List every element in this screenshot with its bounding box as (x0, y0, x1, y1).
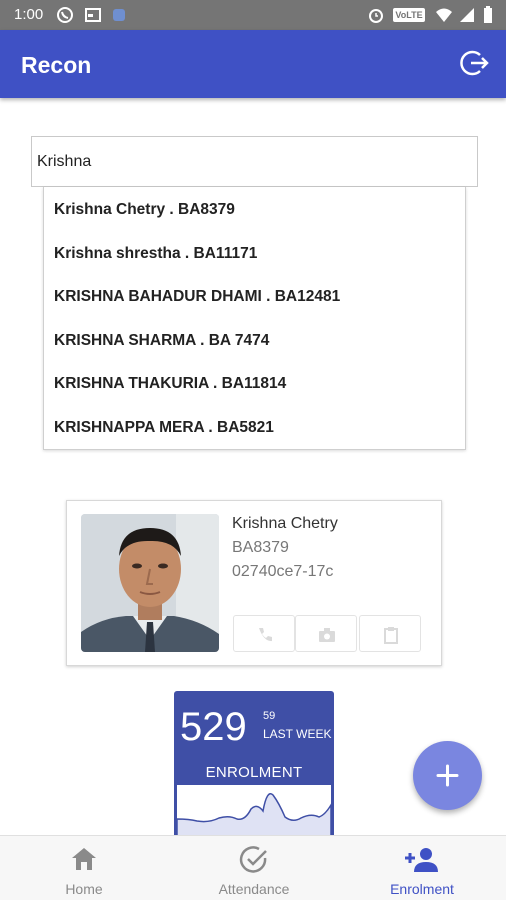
nav-enrolment[interactable]: Enrolment (374, 836, 470, 901)
person-name: Krishna Chetry (232, 515, 338, 532)
app-bar: Recon (0, 30, 506, 98)
calendar-icon (85, 8, 101, 22)
add-person-icon (405, 848, 438, 872)
person-code: 02740ce7-17c (232, 563, 334, 580)
person-card[interactable]: Krishna Chetry BA8379 02740ce7-17c (66, 500, 442, 666)
logout-icon (460, 50, 489, 76)
status-bar: 1:00 VoLTE (0, 0, 506, 30)
clipboard-icon (384, 627, 398, 644)
nav-attendance[interactable]: Attendance (204, 836, 304, 901)
weekly-count: 59 (263, 710, 276, 722)
whatsapp-icon (57, 7, 73, 23)
battery-icon (484, 6, 492, 23)
phone-icon (259, 628, 272, 642)
weekly-label: LAST WEEK (263, 727, 332, 741)
status-time: 1:00 (14, 6, 44, 23)
wifi-icon (436, 8, 452, 22)
volte-badge: VoLTE (393, 8, 425, 22)
suggestion-list: Krishna Chetry . BA8379 Krishna shrestha… (43, 187, 466, 450)
suggestion-item[interactable]: KRISHNAPPA MERA . BA5821 (54, 419, 274, 449)
enrolment-count: 529 (180, 705, 247, 749)
enrolment-sparkline (176, 785, 332, 836)
search-input[interactable] (32, 137, 477, 186)
bottom-navigation: Home Attendance Enrolment (0, 835, 506, 900)
suggestion-item[interactable]: Krishna Chetry . BA8379 (54, 201, 235, 231)
add-icon (436, 764, 459, 787)
camera-button[interactable] (295, 615, 357, 652)
suggestion-item[interactable]: KRISHNA THAKURIA . BA11814 (54, 375, 286, 405)
clipboard-button[interactable] (359, 615, 421, 652)
alarm-icon (369, 9, 383, 23)
nav-attendance-label: Attendance (218, 881, 290, 897)
sparkline-graphic (176, 793, 332, 836)
enrolment-stat-tile[interactable]: 529 59 LAST WEEK ENROLMENT (174, 691, 334, 836)
stat-label: ENROLMENT (205, 764, 303, 781)
logout-button[interactable] (458, 46, 492, 80)
check-circle-icon (239, 846, 267, 873)
nav-home-label: Home (65, 881, 103, 897)
add-button[interactable] (413, 741, 482, 810)
home-icon (72, 848, 96, 870)
app-notification-icon (113, 9, 125, 21)
suggestion-item[interactable]: Krishna shrestha . BA11171 (54, 245, 257, 275)
suggestion-item[interactable]: KRISHNA BAHADUR DHAMI . BA12481 (54, 288, 340, 318)
camera-icon (319, 628, 335, 642)
person-photo (81, 514, 219, 652)
app-title: Recon (21, 52, 92, 78)
search-field[interactable] (31, 136, 478, 187)
nav-home[interactable]: Home (40, 836, 128, 901)
call-button[interactable] (233, 615, 295, 652)
person-id: BA8379 (232, 539, 289, 556)
portrait-image (81, 514, 219, 652)
signal-icon (460, 8, 474, 22)
suggestion-item[interactable]: KRISHNA SHARMA . BA 7474 (54, 332, 269, 362)
nav-enrolment-label: Enrolment (390, 881, 454, 897)
